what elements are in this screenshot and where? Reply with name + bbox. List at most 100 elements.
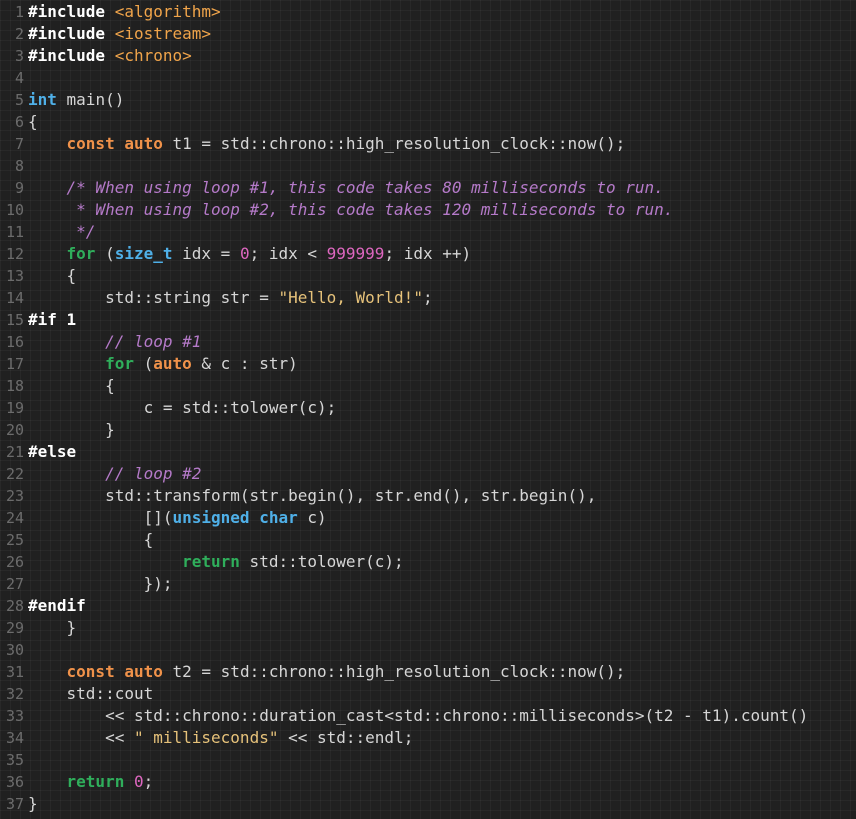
code-line[interactable]: 18 {	[0, 375, 856, 397]
code-line[interactable]: 2 #include <iostream>	[0, 23, 856, 45]
line-code[interactable]: }	[28, 419, 115, 441]
code-token: for	[105, 354, 134, 373]
line-number: 36	[5, 773, 24, 791]
line-code[interactable]: const auto t1 = std::chrono::high_resolu…	[28, 133, 626, 155]
code-line[interactable]: 36 return 0;	[0, 771, 856, 793]
line-code[interactable]: << " milliseconds" << std::endl;	[28, 727, 413, 749]
line-code[interactable]: for (size_t idx = 0; idx < 999999; idx +…	[28, 243, 472, 265]
code-line[interactable]: 25 {	[0, 529, 856, 551]
line-code[interactable]: * When using loop #2, this code takes 12…	[28, 199, 673, 221]
code-token: ; idx <	[249, 244, 327, 263]
line-number: 28	[5, 597, 24, 615]
line-code[interactable]: c = std::tolower(c);	[28, 397, 337, 419]
code-line[interactable]: 19 c = std::tolower(c);	[0, 397, 856, 419]
line-code[interactable]: return 0;	[28, 771, 154, 793]
line-number: 37	[5, 795, 24, 813]
line-number: 9	[14, 179, 24, 197]
code-line[interactable]: 23 std::transform(str.begin(), str.end()…	[0, 485, 856, 507]
code-line[interactable]: 28 #endif	[0, 595, 856, 617]
code-line[interactable]: 8	[0, 155, 856, 177]
line-code[interactable]: // loop #2	[28, 463, 201, 485]
line-code[interactable]: return std::tolower(c);	[28, 551, 404, 573]
code-line[interactable]: 30	[0, 639, 856, 661]
line-code[interactable]: #include <chrono>	[28, 45, 192, 67]
code-line[interactable]: 7 const auto t1 = std::chrono::high_reso…	[0, 133, 856, 155]
line-code[interactable]: {	[28, 375, 115, 397]
code-line[interactable]: 37}	[0, 793, 856, 815]
code-token: unsigned	[172, 508, 250, 527]
code-token: (	[95, 244, 115, 263]
code-token: #if 1	[28, 310, 77, 329]
line-code[interactable]: #include <algorithm>	[28, 1, 221, 23]
code-line[interactable]: 31 const auto t2 = std::chrono::high_res…	[0, 661, 856, 683]
code-token: ; idx ++)	[384, 244, 472, 263]
code-line[interactable]: 14 std::string str = "Hello, World!";	[0, 287, 856, 309]
code-line[interactable]: 10 * When using loop #2, this code takes…	[0, 199, 856, 221]
line-code[interactable]: const auto t2 = std::chrono::high_resolu…	[28, 661, 626, 683]
line-code[interactable]: [](unsigned char c)	[28, 507, 327, 529]
code-line[interactable]: 12 for (size_t idx = 0; idx < 999999; id…	[0, 243, 856, 265]
code-token: }	[28, 618, 77, 637]
line-code[interactable]: #else	[28, 441, 76, 463]
code-line[interactable]: 29 }	[0, 617, 856, 639]
line-code[interactable]: }	[28, 793, 38, 815]
line-number: 18	[5, 377, 24, 395]
line-code[interactable]: */	[28, 221, 95, 243]
code-line[interactable]: 6{	[0, 111, 856, 133]
line-code[interactable]: std::cout	[28, 683, 154, 705]
line-code[interactable]: /* When using loop #1, this code takes 8…	[28, 177, 664, 199]
line-number: 30	[5, 641, 24, 659]
code-line[interactable]: 27 });	[0, 573, 856, 595]
code-line[interactable]: 24 [](unsigned char c)	[0, 507, 856, 529]
line-code[interactable]: #endif	[28, 595, 86, 617]
code-line[interactable]: 11 */	[0, 221, 856, 243]
code-line[interactable]: 32 std::cout	[0, 683, 856, 705]
code-token: ;	[422, 288, 433, 307]
code-token: c)	[297, 508, 327, 527]
code-line[interactable]: 34 << " milliseconds" << std::endl;	[0, 727, 856, 749]
code-line[interactable]: 3 #include <chrono>	[0, 45, 856, 67]
code-line[interactable]: 22 // loop #2	[0, 463, 856, 485]
code-line[interactable]: 17 for (auto & c : str)	[0, 353, 856, 375]
code-line[interactable]: 33 << std::chrono::duration_cast<std::ch…	[0, 705, 856, 727]
code-token: std::cout	[28, 684, 154, 703]
code-line[interactable]: 20 }	[0, 419, 856, 441]
line-number: 5	[14, 91, 24, 109]
line-code[interactable]: {	[28, 529, 154, 551]
line-number: 16	[5, 333, 24, 351]
code-line[interactable]: 5 int main()	[0, 89, 856, 111]
code-token: {	[28, 376, 115, 395]
line-number: 29	[5, 619, 24, 637]
line-code[interactable]: {	[28, 265, 77, 287]
line-number: 11	[5, 223, 24, 241]
code-token: #include	[28, 24, 115, 43]
line-code[interactable]: // loop #1	[28, 331, 201, 353]
line-code[interactable]: #if 1	[28, 309, 76, 331]
line-code[interactable]: std::string str = "Hello, World!";	[28, 287, 433, 309]
line-number: 17	[5, 355, 24, 373]
line-code[interactable]: std::transform(str.begin(), str.end(), s…	[28, 485, 596, 507]
code-editor[interactable]: 1 #include <algorithm> 2 #include <iostream…	[0, 0, 856, 819]
code-line[interactable]: 9 /* When using loop #1, this code takes…	[0, 177, 856, 199]
code-line[interactable]: 4	[0, 67, 856, 89]
code-line[interactable]: 35	[0, 749, 856, 771]
code-token: // loop #1	[28, 332, 202, 351]
code-line[interactable]: 16 // loop #1	[0, 331, 856, 353]
code-line[interactable]: 26 return std::tolower(c);	[0, 551, 856, 573]
line-code[interactable]: });	[28, 573, 173, 595]
line-code[interactable]: int main()	[28, 89, 124, 111]
line-code[interactable]: {	[28, 111, 38, 133]
code-line[interactable]: 1 #include <algorithm>	[0, 1, 856, 23]
code-token: <chrono>	[114, 46, 192, 65]
code-line[interactable]: 21 #else	[0, 441, 856, 463]
code-token: /* When using loop #1, this code takes 8…	[28, 178, 664, 197]
code-line[interactable]: 13 {	[0, 265, 856, 287]
line-code[interactable]: #include <iostream>	[28, 23, 211, 45]
line-code[interactable]: }	[28, 617, 77, 639]
line-code[interactable]: << std::chrono::duration_cast<std::chron…	[28, 705, 808, 727]
line-number: 3	[14, 47, 24, 65]
line-code[interactable]: for (auto & c : str)	[28, 353, 298, 375]
code-token: <algorithm>	[114, 2, 221, 21]
code-line[interactable]: 15 #if 1	[0, 309, 856, 331]
